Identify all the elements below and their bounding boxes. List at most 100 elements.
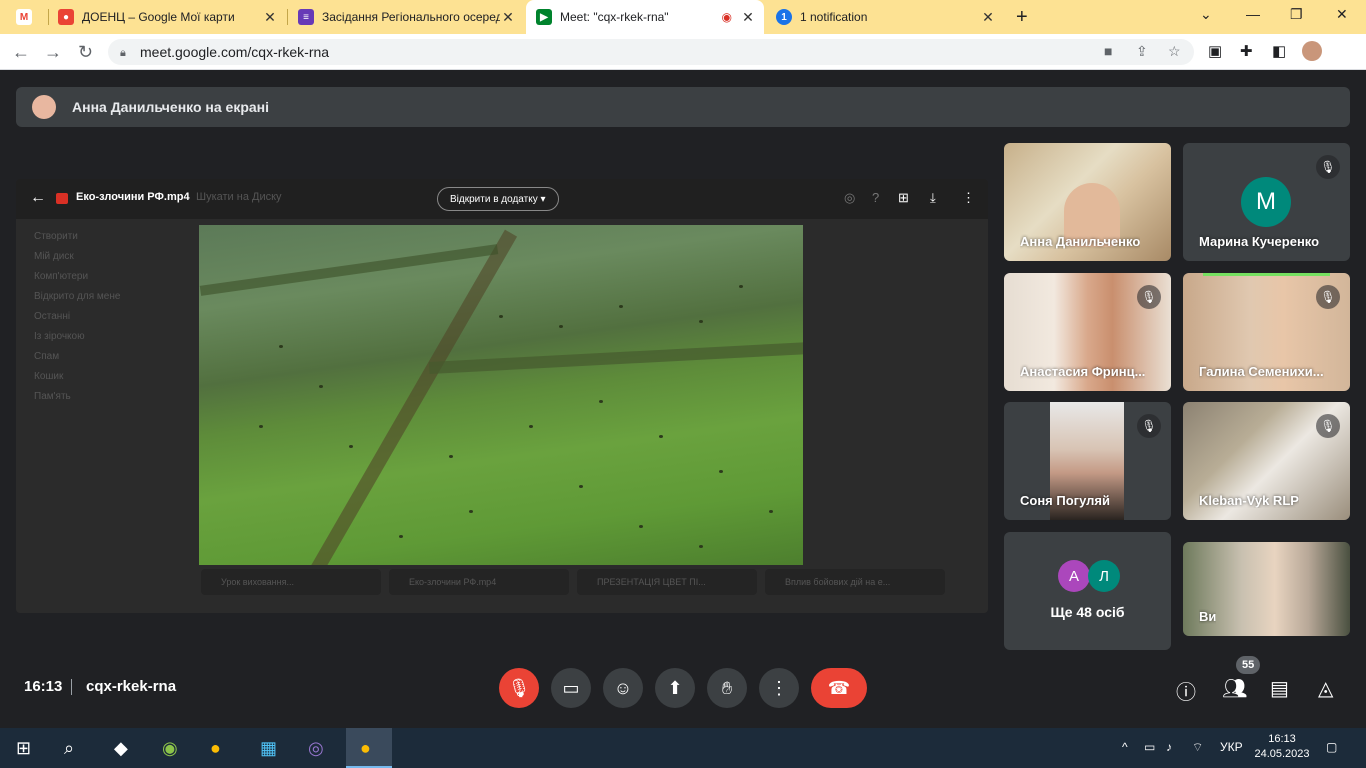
browser-tab-bar: M ● ДОЕНЦ – Google Мої карти ✕ ≡ Засідан… bbox=[0, 0, 1366, 34]
participant-tile[interactable]: 🎙︎ Галина Семенихи... bbox=[1183, 273, 1350, 391]
drive-file-card: Вплив бойових дій на е... bbox=[765, 569, 945, 595]
search-icon[interactable]: ⌕ bbox=[64, 738, 74, 759]
app-icon[interactable]: ◉ bbox=[162, 738, 178, 759]
camera-toggle-button[interactable]: ▭ bbox=[551, 668, 591, 708]
notification-icon: 1 bbox=[776, 9, 792, 25]
participant-tile[interactable]: 🎙︎ Анастасия Фринц... bbox=[1004, 273, 1171, 391]
participant-tile[interactable]: 🎙︎ Kleban-Vyk RLP bbox=[1183, 402, 1350, 520]
close-icon[interactable]: ✕ bbox=[262, 9, 278, 26]
participant-tile[interactable]: Анна Данильченко bbox=[1004, 143, 1171, 261]
present-button[interactable]: ⬆ bbox=[655, 668, 695, 708]
language-indicator[interactable]: УКР bbox=[1220, 740, 1243, 754]
participant-avatar: М bbox=[1241, 177, 1291, 227]
minimize-icon[interactable]: — bbox=[1246, 6, 1260, 22]
app-icon[interactable]: ◆ bbox=[114, 738, 128, 759]
tab-search-icon[interactable]: ⌄ bbox=[1200, 6, 1212, 23]
omnibox[interactable]: 🔒︎ meet.google.com/cqx-rkek-rna bbox=[108, 39, 1194, 65]
share-icon[interactable]: ⇪ bbox=[1136, 43, 1148, 60]
drive-header: ← Еко-злочини РФ.mp4 Шукати на Диску Від… bbox=[16, 179, 988, 219]
mic-off-icon: 🎙︎ bbox=[1316, 414, 1340, 438]
help-icon: ? bbox=[872, 190, 880, 205]
mic-off-icon: 🎙︎ bbox=[507, 677, 531, 698]
url-text[interactable]: meet.google.com/cqx-rkek-rna bbox=[140, 44, 329, 60]
call-end-icon: ☎︎ bbox=[827, 677, 851, 698]
drive-item: Із зірочкою bbox=[34, 331, 85, 342]
mic-off-icon: 🎙︎ bbox=[1137, 414, 1161, 438]
reactions-button[interactable]: ☺ bbox=[603, 668, 643, 708]
drive-item: Відкрито для мене bbox=[34, 291, 121, 302]
tab-meet[interactable]: ▶ Meet: "cqx-rkek-rna" ◉ ✕ bbox=[526, 0, 764, 34]
system-clock[interactable]: 16:13 24.05.2023 bbox=[1254, 732, 1310, 762]
self-tile[interactable]: Ви bbox=[1183, 542, 1350, 636]
chrome-active-task[interactable]: ● bbox=[346, 728, 392, 768]
lock-icon[interactable]: 🔒︎ bbox=[120, 47, 130, 59]
windows-start-icon[interactable]: ⊞ bbox=[16, 738, 31, 759]
comment-icon: ⊞ bbox=[898, 190, 909, 205]
chrome-icon: ● bbox=[360, 738, 371, 758]
people-icon[interactable]: 👥︎ bbox=[1222, 676, 1247, 701]
mic-off-icon: 🎙︎ bbox=[1316, 155, 1340, 179]
close-window-icon[interactable]: ✕ bbox=[1336, 6, 1348, 23]
drive-sidebar: Створити Мій диск Комп'ютери Відкрито дл… bbox=[34, 231, 194, 411]
mic-toggle-button[interactable]: 🎙︎ bbox=[499, 668, 539, 708]
notifications-icon[interactable]: ▢ bbox=[1326, 740, 1337, 754]
app-icon[interactable]: ▦ bbox=[260, 738, 277, 759]
back-icon[interactable]: ← bbox=[12, 42, 30, 63]
file-name: Еко-злочини РФ.mp4 bbox=[76, 191, 190, 203]
drive-search: Шукати на Диску bbox=[196, 191, 282, 203]
sidepanel-icon[interactable]: ◧ bbox=[1272, 42, 1286, 60]
shared-screen[interactable]: ← Еко-злочини РФ.mp4 Шукати на Диску Від… bbox=[16, 179, 988, 613]
reload-icon[interactable]: ↻ bbox=[78, 42, 93, 63]
tab-maps[interactable]: ● ДОЕНЦ – Google Мої карти ✕ bbox=[48, 0, 286, 34]
videocam-icon: ▭ bbox=[562, 677, 580, 698]
gmail-icon: M bbox=[16, 9, 32, 25]
close-icon[interactable]: ✕ bbox=[500, 9, 516, 26]
star-icon[interactable]: ☆ bbox=[1168, 43, 1181, 60]
viber-icon[interactable]: ◎ bbox=[308, 738, 324, 759]
info-icon[interactable]: ⓘ bbox=[1176, 676, 1196, 705]
profile-avatar[interactable] bbox=[1302, 41, 1322, 61]
tab-notification[interactable]: 1 1 notification ✕ bbox=[766, 0, 1004, 34]
participant-name: Ви bbox=[1199, 609, 1217, 624]
battery-icon[interactable]: ▭ bbox=[1144, 740, 1155, 754]
participant-tile[interactable]: 🎙︎ Соня Погуляй bbox=[1004, 402, 1171, 520]
participant-name: Соня Погуляй bbox=[1020, 493, 1110, 508]
tab-title: 1 notification bbox=[800, 10, 868, 24]
new-tab-button[interactable]: + bbox=[1016, 6, 1028, 29]
chrome-icon[interactable]: ● bbox=[210, 738, 221, 759]
meet-main: Анна Данильченко на екрані ← Еко-злочини… bbox=[0, 70, 1366, 728]
recording-icon: ◉ bbox=[721, 10, 732, 24]
mic-off-icon: 🎙︎ bbox=[1316, 285, 1340, 309]
drive-item: Кошик bbox=[34, 371, 64, 382]
drive-file-name: Еко-злочини РФ.mp4 bbox=[409, 577, 497, 587]
address-bar: ← → ↻ 🔒︎ meet.google.com/cqx-rkek-rna ■ … bbox=[0, 34, 1366, 70]
tray-chevron-icon[interactable]: ^ bbox=[1122, 740, 1128, 754]
others-tile[interactable]: А Л Ще 48 осіб bbox=[1004, 532, 1171, 650]
tab-gmail[interactable]: M bbox=[6, 0, 40, 34]
raise-hand-button[interactable]: ✋︎ bbox=[707, 668, 747, 708]
leave-call-button[interactable]: ☎︎ bbox=[811, 668, 867, 708]
more-options-button[interactable]: ⋮ bbox=[759, 668, 799, 708]
activities-icon[interactable]: ◬ bbox=[1318, 676, 1333, 701]
tab-forms[interactable]: ≡ Засідання Регіонального осеред ✕ bbox=[288, 0, 524, 34]
camera-icon[interactable]: ■ bbox=[1104, 43, 1112, 59]
open-with-button: Відкрити в додатку ▾ bbox=[437, 187, 559, 211]
presenter-bar: Анна Данильченко на екрані bbox=[16, 87, 1350, 127]
forward-icon[interactable]: → bbox=[44, 42, 62, 63]
volume-icon[interactable]: ♪ bbox=[1166, 740, 1172, 754]
drive-item: Останні bbox=[34, 311, 71, 322]
participant-name: Анна Данильченко bbox=[1020, 234, 1141, 249]
puzzle-icon[interactable]: ✚ bbox=[1240, 42, 1253, 60]
close-icon[interactable]: ✕ bbox=[740, 9, 756, 26]
participant-avatar: Л bbox=[1088, 560, 1120, 592]
meeting-clock: 16:13 bbox=[24, 678, 63, 695]
close-icon[interactable]: ✕ bbox=[980, 9, 996, 26]
system-time: 16:13 bbox=[1268, 733, 1296, 745]
open-with-label: Відкрити в додатку bbox=[450, 193, 538, 205]
restore-icon[interactable]: ❐ bbox=[1290, 6, 1303, 23]
drive-file-name: ПРЕЗЕНТАЦІЯ ЦВЕТ ПІ... bbox=[597, 577, 706, 587]
extension-icon[interactable]: ▣ bbox=[1208, 42, 1222, 60]
wifi-icon[interactable]: ⌔ bbox=[1192, 740, 1203, 755]
participant-tile[interactable]: 🎙︎ М Марина Кучеренко bbox=[1183, 143, 1350, 261]
chat-icon[interactable]: ▤ bbox=[1270, 676, 1289, 701]
